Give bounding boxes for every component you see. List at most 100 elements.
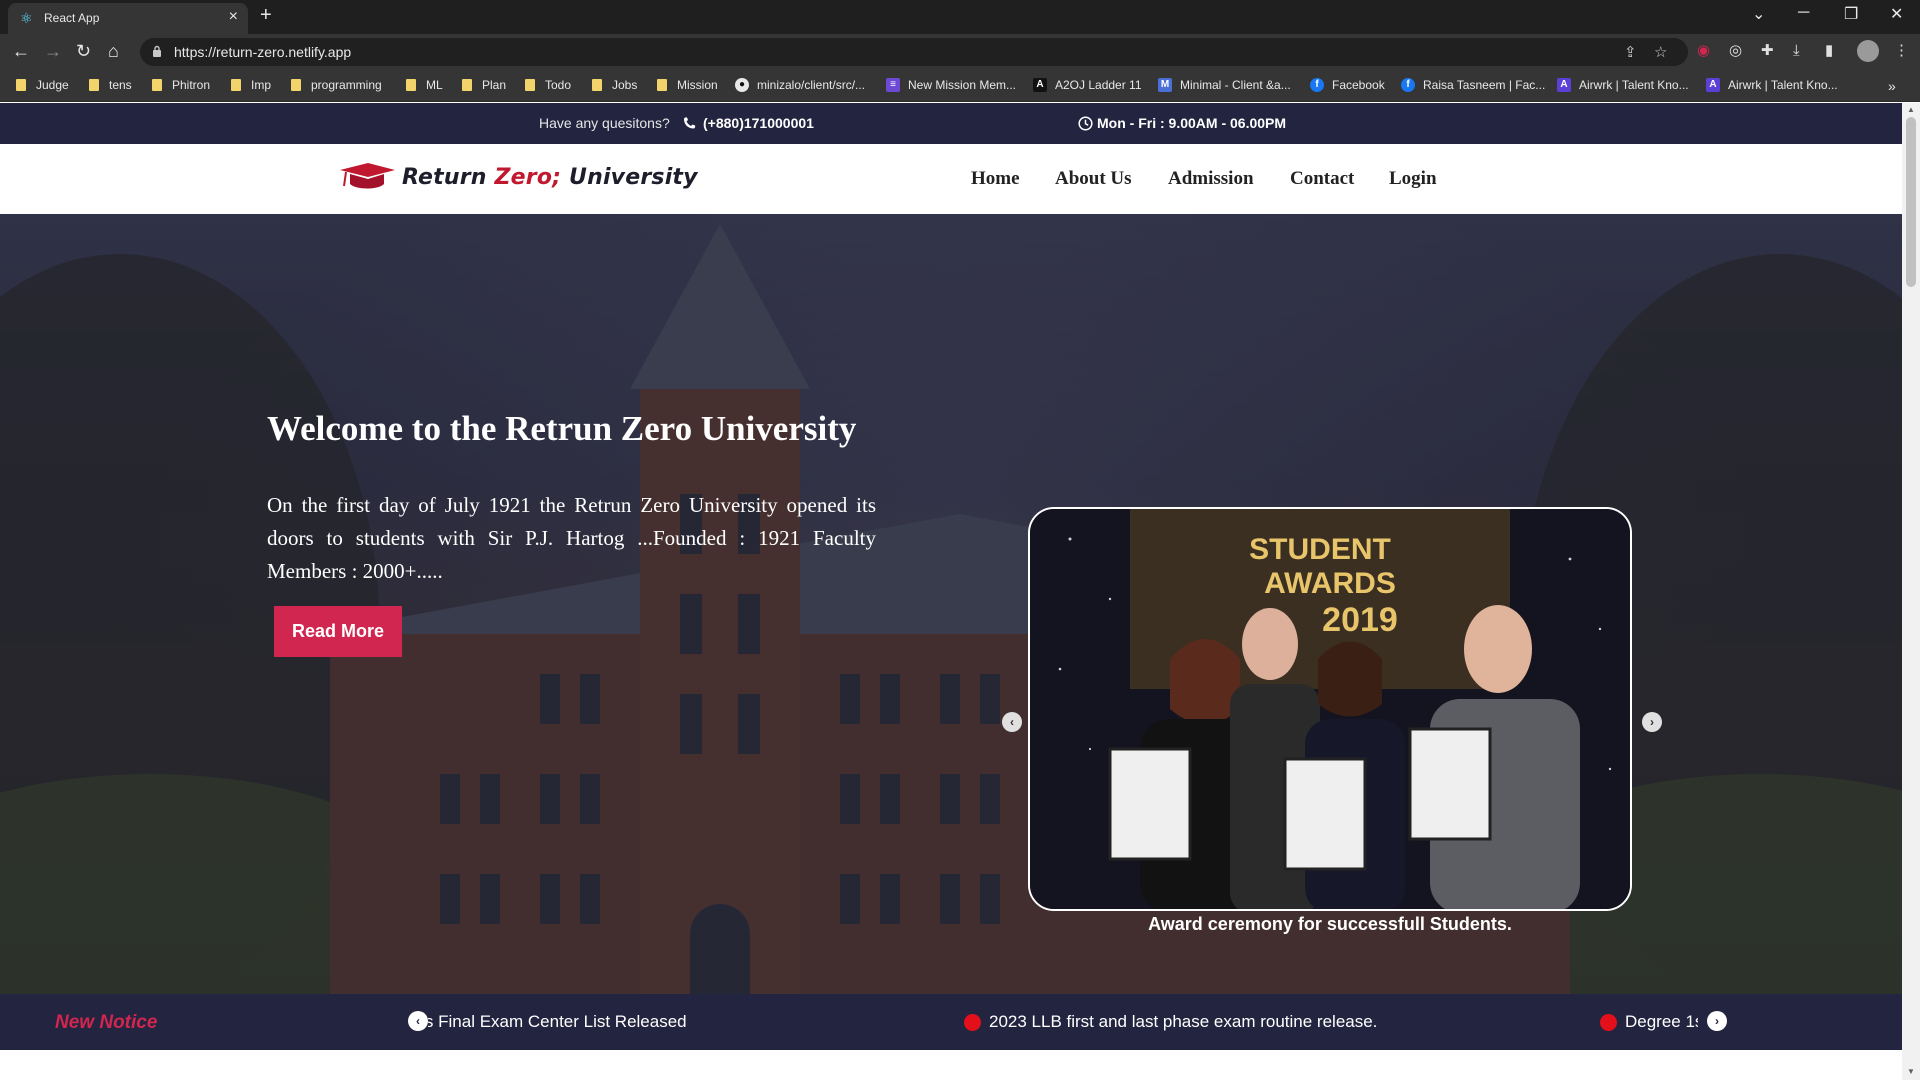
facebook-icon: f — [1310, 78, 1324, 92]
bookmark-item[interactable]: Todo — [525, 78, 571, 92]
clock-icon — [1078, 115, 1093, 131]
download-icon[interactable]: ⤓ — [1793, 42, 1800, 60]
bookmark-star-icon[interactable]: ☆ — [1654, 43, 1667, 61]
bookmark-item[interactable]: ML — [406, 78, 443, 92]
nav-admission[interactable]: Admission — [1168, 168, 1254, 190]
scroll-up-icon[interactable]: ▲ — [1907, 105, 1915, 114]
restore-icon[interactable]: ❐ — [1844, 4, 1858, 24]
bookmark-item[interactable]: programming — [291, 78, 382, 92]
back-icon[interactable]: ← — [12, 41, 30, 61]
folder-icon — [657, 79, 667, 91]
logo-text-zero: Zero; — [494, 164, 570, 190]
home-icon[interactable]: ⌂ — [108, 41, 119, 61]
notice-item[interactable]: Degree 1st — [1600, 1012, 1698, 1032]
browser-tab[interactable]: ⚛ React App × — [8, 3, 248, 34]
folder-icon — [152, 79, 162, 91]
bookmark-item[interactable]: Jobs — [592, 78, 637, 92]
list-icon: ≡ — [886, 78, 900, 92]
bookmark-item[interactable]: ≡ New Mission Mem... — [886, 78, 1016, 92]
university-logo[interactable]: Return Zero; University — [338, 160, 698, 194]
bookmark-item[interactable]: A Airwrk | Talent Kno... — [1557, 78, 1689, 92]
facebook-icon: f — [1401, 78, 1415, 92]
tab-search-icon[interactable]: ⌄ — [1752, 4, 1765, 24]
notice-next-icon[interactable]: › — [1707, 1011, 1727, 1031]
bookmark-item[interactable]: A Airwrk | Talent Kno... — [1706, 78, 1838, 92]
bookmark-item[interactable]: ● minizalo/client/src/... — [735, 78, 865, 92]
site-header: Return Zero; University Home About Us Ad… — [0, 144, 1902, 214]
browser-tabstrip: ⚛ React App × + ⌄ ─ ❐ ✕ — [0, 0, 1920, 34]
bookmark-item[interactable]: Phitron — [152, 78, 210, 92]
notice-dot-icon — [964, 1013, 981, 1031]
slide-caption: Award ceremony for successfull Students. — [1148, 914, 1512, 934]
airwrk-icon: A — [1557, 78, 1571, 92]
menu-kebab-icon[interactable]: ⋮ — [1894, 42, 1909, 60]
more-bookmarks-icon[interactable]: » — [1888, 78, 1896, 94]
profile-avatar[interactable] — [1857, 40, 1879, 62]
bookmark-item[interactable]: A A2OJ Ladder 11 — [1033, 78, 1142, 92]
folder-icon — [231, 79, 241, 91]
questions-label: Have any quesitons? — [539, 115, 670, 131]
airwrk-icon: A — [1706, 78, 1720, 92]
bookmark-item[interactable]: M Minimal - Client &a... — [1158, 78, 1291, 92]
award-ceremony-photo: STUDENT AWARDS 2019 — [1030, 509, 1630, 909]
reload-icon[interactable]: ↻ — [76, 41, 91, 61]
notice-prev-icon[interactable]: ‹ — [408, 1011, 428, 1031]
extension-target-icon[interactable]: ◎ — [1729, 42, 1742, 60]
slide-screen-line3: 2019 — [1322, 601, 1398, 639]
hero-title: Welcome to the Retrun Zero University — [267, 409, 857, 448]
url-text: https://return-zero.netlify.app — [174, 44, 352, 60]
bookmark-item[interactable]: Plan — [462, 78, 506, 92]
address-bar[interactable]: https://return-zero.netlify.app ⇪ ☆ — [140, 38, 1688, 66]
phone-icon — [684, 117, 696, 129]
folder-icon — [462, 79, 472, 91]
forward-icon[interactable]: → — [44, 41, 62, 61]
share-icon[interactable]: ⇪ — [1624, 43, 1637, 61]
bookmark-item[interactable]: tens — [89, 78, 132, 92]
top-info-bar: Have any quesitons? (+880)171000001 Mon … — [0, 103, 1902, 144]
bookmark-item[interactable]: Judge — [16, 78, 69, 92]
folder-icon — [525, 79, 535, 91]
extensions-puzzle-icon[interactable]: ✚ — [1761, 42, 1774, 60]
graduation-cap-icon — [340, 163, 395, 189]
read-more-button[interactable]: Read More — [274, 606, 402, 657]
extension-record-icon[interactable]: ◉ — [1697, 42, 1710, 60]
scroll-down-icon[interactable]: ▼ — [1907, 1067, 1915, 1076]
folder-icon — [89, 79, 99, 91]
scroll-thumb[interactable] — [1906, 117, 1916, 287]
new-tab-icon[interactable]: + — [260, 4, 272, 27]
bookmark-item[interactable]: Mission — [657, 78, 718, 92]
page-viewport: Have any quesitons? (+880)171000001 Mon … — [0, 103, 1902, 1080]
minimize-icon[interactable]: ─ — [1798, 4, 1809, 22]
image-slider: STUDENT AWARDS 2019 — [1028, 507, 1632, 911]
a2oj-icon: A — [1033, 78, 1047, 92]
slide-screen-line2: AWARDS — [1264, 567, 1396, 600]
phone-number[interactable]: (+880)171000001 — [682, 115, 814, 131]
bookmarks-bar: Judge tens Phitron Imp programming ML Pl… — [0, 70, 1920, 102]
office-hours: Mon - Fri : 9.00AM - 06.00PM — [1078, 115, 1286, 131]
nav-about-us[interactable]: About Us — [1055, 168, 1132, 190]
notice-dot-icon — [1600, 1013, 1617, 1031]
notice-item[interactable]: r's Final Exam Center List Released — [428, 1012, 687, 1032]
folder-icon — [16, 79, 26, 91]
nav-home[interactable]: Home — [971, 168, 1020, 190]
lock-icon — [153, 45, 161, 57]
nav-contact[interactable]: Contact — [1290, 168, 1354, 190]
bookmark-item[interactable]: f Raisa Tasneem | Fac... — [1401, 78, 1545, 92]
nav-login[interactable]: Login — [1389, 168, 1437, 190]
slider-next-icon[interactable]: › — [1642, 712, 1662, 732]
bookmark-item[interactable]: Imp — [231, 78, 271, 92]
logo-text-university: University — [569, 164, 698, 190]
close-tab-icon[interactable]: × — [229, 9, 238, 25]
github-icon: ● — [735, 78, 749, 92]
close-window-icon[interactable]: ✕ — [1890, 4, 1903, 24]
folder-icon — [291, 79, 301, 91]
page-scrollbar[interactable]: ▲ ▼ — [1902, 103, 1920, 1080]
slider-prev-icon[interactable]: ‹ — [1002, 712, 1022, 732]
notice-item[interactable]: 2023 LLB first and last phase exam routi… — [964, 1012, 1377, 1032]
browser-toolbar: ← → ↻ ⌂ https://return-zero.netlify.app … — [0, 34, 1920, 70]
react-favicon-icon: ⚛ — [20, 10, 33, 26]
side-panel-icon[interactable]: ▮ — [1825, 42, 1833, 60]
folder-icon — [406, 79, 416, 91]
bookmark-item[interactable]: f Facebook — [1310, 78, 1385, 92]
notice-label: New Notice — [55, 1012, 158, 1033]
